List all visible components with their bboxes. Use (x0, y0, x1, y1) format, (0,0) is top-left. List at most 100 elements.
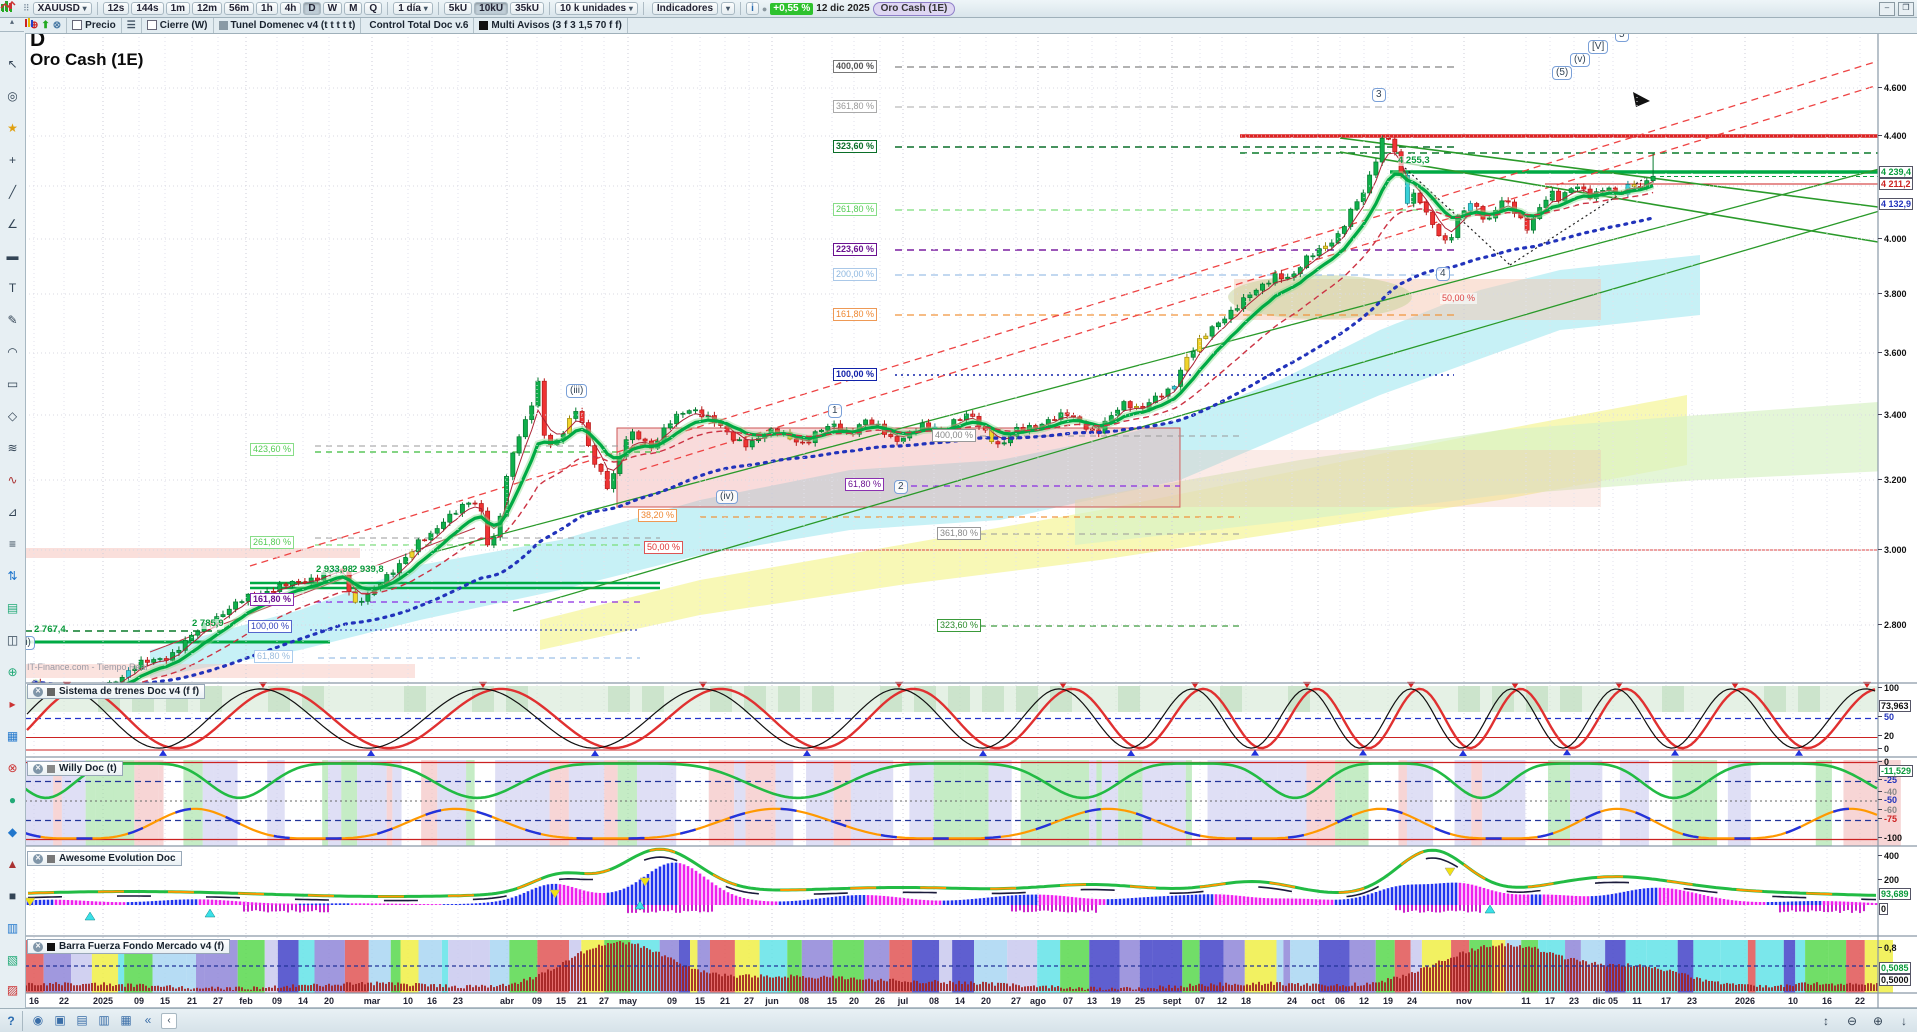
panel-tab-barra-fuerza[interactable]: ✕ Barra Fuerza Fondo Mercado v4 (f) (27, 939, 231, 954)
wave-count-label[interactable]: (5) (1552, 66, 1573, 80)
wave-count-label[interactable]: (iii) (566, 384, 588, 398)
trendline-icon[interactable]: ╱ (3, 183, 22, 202)
window-icon[interactable]: ◫ (3, 631, 22, 650)
fib-level-label[interactable]: 50,00 % (1440, 293, 1478, 304)
wave-icon[interactable]: ≋ (3, 439, 22, 458)
table-icon[interactable]: ▥ (3, 919, 22, 938)
indicators-button[interactable]: Indicadores (651, 2, 719, 15)
tf-D[interactable]: D (303, 2, 321, 15)
rect-icon[interactable]: ▭ (3, 375, 22, 394)
wave-count-label[interactable]: 2 (894, 480, 908, 494)
legend-item-avisos[interactable]: Multi Avisos (3 f 3 1,5 70 f f) (474, 17, 628, 33)
units-selector[interactable]: 10 k unidades ▾ (554, 2, 638, 15)
tf-12m[interactable]: 12m (192, 2, 223, 15)
fib-level-label[interactable]: 38,20 % (638, 509, 678, 522)
tf-144s[interactable]: 144s (131, 2, 164, 15)
panel-tab-sistema-de-trenes[interactable]: ✕ Sistema de trenes Doc v4 (f f) (27, 684, 206, 699)
pattern-icon[interactable]: ▧ (3, 951, 22, 970)
close-icon[interactable]: ✕ (33, 763, 43, 774)
pointer-icon[interactable]: ↖ (3, 55, 22, 74)
close-icon[interactable]: ✕ (33, 686, 43, 697)
unit-5kU[interactable]: 5kU (443, 2, 473, 15)
fib-level-label[interactable]: 323,60 % (937, 619, 982, 632)
zoom-in-icon[interactable]: ⊕ (1869, 1014, 1887, 1028)
text-icon[interactable]: T (3, 279, 22, 298)
wave-count-label[interactable]: [V] (1588, 40, 1609, 54)
legend-list-button[interactable]: ☰ (122, 17, 142, 33)
period-selector[interactable]: 1 día ▾ (393, 2, 433, 15)
hatch-icon[interactable]: ▨ (3, 981, 22, 1000)
rewind-icon[interactable]: « (139, 1013, 157, 1029)
instrument-pill[interactable]: Oro Cash (1E) (872, 1, 956, 16)
wave-count-label[interactable]: 4 (1436, 267, 1450, 281)
close-checkbox[interactable] (146, 20, 157, 30)
favorites-icon[interactable]: ★ (3, 119, 22, 138)
legend-item-cierre[interactable]: Cierre (W) (142, 17, 214, 33)
fib-level-label[interactable]: 361,80 % (937, 527, 982, 540)
panel-tab-willy-doc[interactable]: ✕ Willy Doc (t) (27, 761, 123, 776)
zoom-out-icon[interactable]: ⊖ (1843, 1014, 1861, 1028)
step-back-icon[interactable]: ‹ (161, 1012, 177, 1029)
fib-level-label[interactable]: 323,60 % (833, 140, 878, 153)
unit-35kU[interactable]: 35kU (510, 2, 544, 15)
news-icon[interactable]: ▤ (73, 1013, 91, 1029)
fib-level-label[interactable]: 423,60 % (250, 443, 295, 456)
wave-count-label[interactable]: (v) (1570, 53, 1590, 67)
wave-count-label[interactable]: (iv) (716, 490, 738, 504)
folder-icon[interactable]: ▣ (51, 1013, 69, 1029)
collapse-button[interactable]: ▴ (0, 17, 24, 32)
help-button[interactable]: ? (0, 1010, 23, 1031)
symbol-selector[interactable]: XAUUSD ▾ (32, 2, 92, 15)
tf-W[interactable]: W (322, 2, 343, 15)
fib-level-label[interactable]: 400,00 % (932, 429, 977, 442)
square-icon[interactable]: ■ (3, 887, 22, 906)
legend-item-control[interactable]: Control Total Doc v.6 (25, 17, 475, 33)
tf-1h[interactable]: 1h (256, 2, 278, 15)
fib-level-label[interactable]: 161,80 % (250, 593, 295, 606)
close-icon[interactable]: ✕ (33, 853, 43, 864)
play-icon[interactable]: ▸ (3, 695, 22, 714)
fib-level-label[interactable]: 261,80 % (250, 536, 295, 549)
gem-icon[interactable]: ◆ (3, 823, 22, 842)
close-icon[interactable]: ✕ (33, 941, 43, 952)
fib-level-label[interactable]: 400,00 % (833, 60, 878, 73)
fib-level-label[interactable]: 223,60 % (833, 243, 878, 256)
delete-icon[interactable]: ⊗ (3, 759, 22, 778)
fib-level-label[interactable]: 100,00 % (248, 620, 293, 633)
fib-level-label[interactable]: 100,00 % (833, 368, 878, 381)
menu-icon[interactable]: ≡ (3, 535, 22, 554)
tf-4h[interactable]: 4h (279, 2, 302, 15)
restore-button[interactable]: ❐ (1898, 1, 1914, 16)
wave-count-label[interactable]: 1 (828, 404, 842, 418)
minimize-button[interactable]: – (1879, 1, 1895, 16)
legend-item-tunel[interactable]: Tunel Domenec v4 (t t t t t) (214, 17, 362, 33)
add-icon[interactable]: ⊕ (3, 663, 22, 682)
tf-Q[interactable]: Q (364, 2, 383, 15)
close-all-icon[interactable]: ⊗ (53, 20, 61, 31)
calendar-icon[interactable]: ▦ (117, 1013, 135, 1029)
grip-icon[interactable]: ⠿ (23, 3, 30, 14)
legend-item-precio[interactable]: Precio (67, 17, 122, 33)
diamond-icon[interactable]: ◇ (3, 407, 22, 426)
wave-count-label[interactable]: 3 (1372, 88, 1386, 102)
move-up-icon[interactable]: ⬆ (41, 20, 49, 31)
fib-level-label[interactable]: 161,80 % (833, 308, 878, 321)
fib-level-label[interactable]: 261,80 % (833, 203, 878, 216)
compare-icon[interactable]: ▥ (95, 1013, 113, 1029)
curve-icon[interactable]: ∿ (3, 471, 22, 490)
panel-tab-awesome-evolution[interactable]: ✕ Awesome Evolution Doc (27, 851, 182, 866)
scroll-down-icon[interactable]: ↓ (1895, 1014, 1913, 1028)
tf-56m[interactable]: 56m (224, 2, 255, 15)
fib-level-label[interactable]: 361,80 % (833, 100, 878, 113)
angle-icon[interactable]: ∠ (3, 215, 22, 234)
price-checkbox[interactable] (72, 20, 83, 30)
tf-12s[interactable]: 12s (102, 2, 130, 15)
hline-icon[interactable]: ▬ (3, 247, 22, 266)
fib-level-label[interactable]: 61,80 % (845, 478, 885, 491)
grid-icon[interactable]: ▦ (3, 727, 22, 746)
fib-level-label[interactable]: 61,80 % (254, 650, 294, 663)
swap-icon[interactable]: ⇅ (3, 567, 22, 586)
draw-icon[interactable]: ✎ (3, 311, 22, 330)
info-button[interactable]: i (746, 2, 759, 15)
zoom-icon[interactable]: ◎ (3, 87, 22, 106)
